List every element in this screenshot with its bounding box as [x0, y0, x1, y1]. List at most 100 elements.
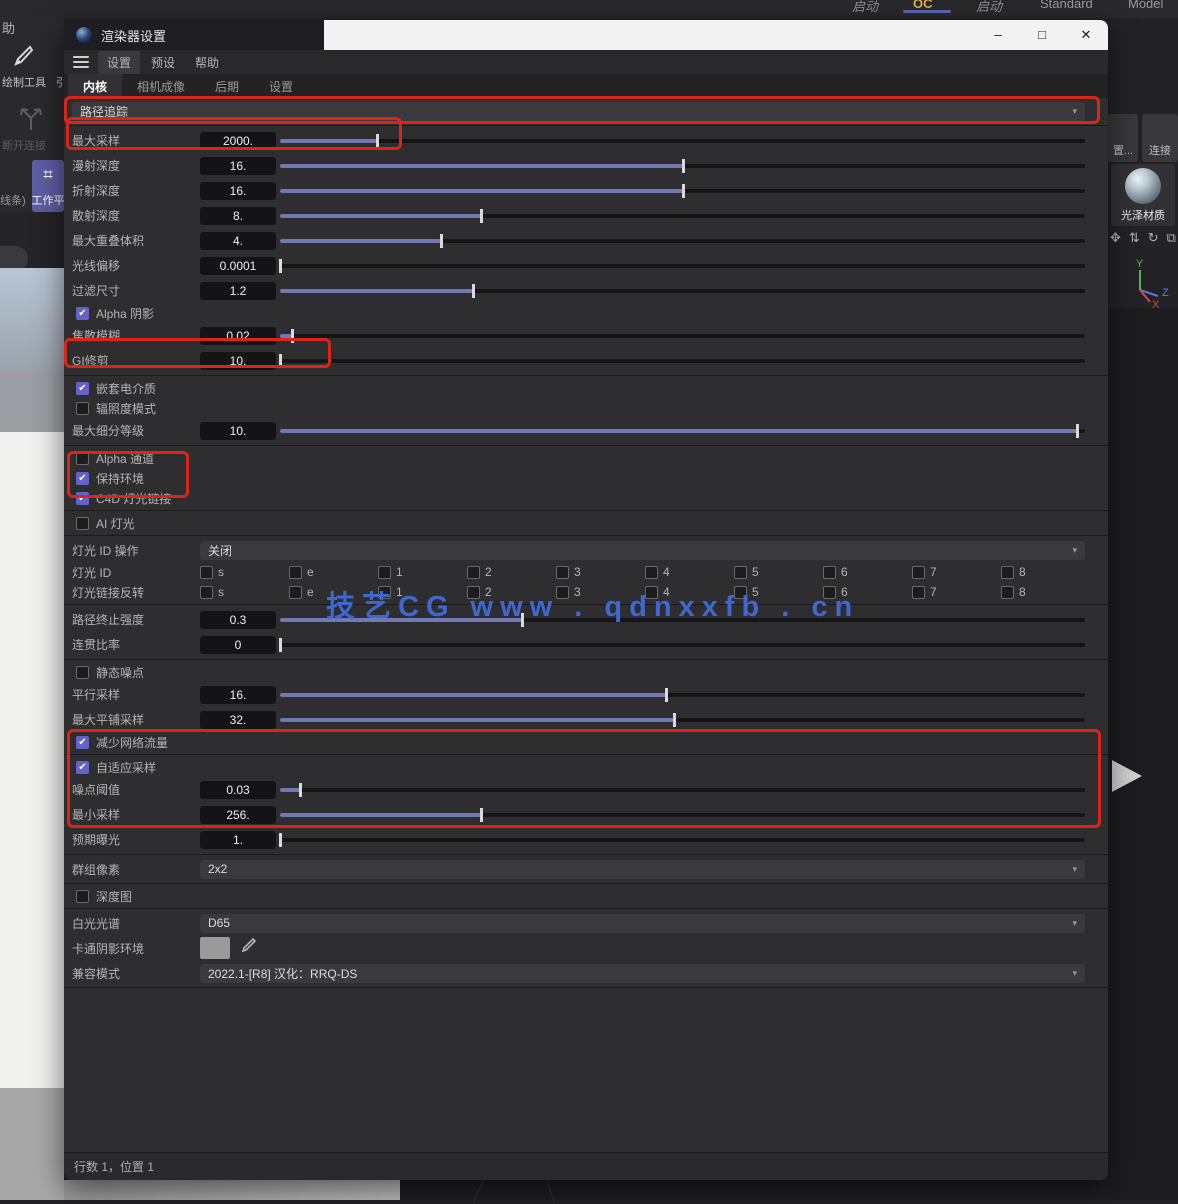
- parameter-value-field[interactable]: 4.: [200, 232, 276, 250]
- checkbox[interactable]: [823, 586, 836, 599]
- checkbox[interactable]: ✔: [76, 307, 89, 320]
- tab-kernel[interactable]: 内核: [68, 74, 122, 98]
- parameter-value-field[interactable]: 16.: [200, 182, 276, 200]
- dropdown-select[interactable]: 2x2▾: [200, 860, 1085, 879]
- checkbox[interactable]: [289, 586, 302, 599]
- dropdown-select[interactable]: 关闭▾: [200, 541, 1085, 560]
- slider-handle[interactable]: [279, 354, 282, 368]
- parameter-slider[interactable]: [280, 134, 1085, 148]
- checkbox[interactable]: ✔: [76, 472, 89, 485]
- dropdown-select[interactable]: 路径追踪▾: [72, 102, 1085, 121]
- parameter-slider[interactable]: [280, 284, 1085, 298]
- checkbox[interactable]: [467, 566, 480, 579]
- top-menu-item[interactable]: Standard: [1040, 0, 1093, 11]
- disconnect-icon[interactable]: [16, 104, 46, 134]
- checkbox[interactable]: [76, 666, 89, 679]
- checkbox[interactable]: [734, 566, 747, 579]
- close-button[interactable]: ✕: [1064, 20, 1108, 50]
- parameter-value-field[interactable]: 0.02: [200, 327, 276, 345]
- paint-tool-icon[interactable]: [8, 44, 34, 70]
- checkbox[interactable]: [556, 586, 569, 599]
- parameter-value-field[interactable]: 1.: [200, 831, 276, 849]
- slider-handle[interactable]: [279, 638, 282, 652]
- checkbox[interactable]: ✔: [76, 761, 89, 774]
- workplane-button[interactable]: ⌗ 工作平: [32, 160, 64, 212]
- slider-handle[interactable]: [440, 234, 443, 248]
- checkbox[interactable]: [200, 566, 213, 579]
- parameter-value-field[interactable]: 0.3: [200, 611, 276, 629]
- parameter-slider[interactable]: [280, 783, 1085, 797]
- checkbox[interactable]: [912, 566, 925, 579]
- parameter-slider[interactable]: [280, 354, 1085, 368]
- slider-handle[interactable]: [682, 159, 685, 173]
- minimize-button[interactable]: –: [976, 20, 1020, 50]
- parameter-slider[interactable]: [280, 424, 1085, 438]
- tab-post[interactable]: 后期: [200, 74, 254, 98]
- slider-handle[interactable]: [472, 284, 475, 298]
- top-menu-item[interactable]: Model: [1128, 0, 1163, 11]
- checkbox[interactable]: [378, 566, 391, 579]
- tab-settings[interactable]: 设置: [254, 74, 308, 98]
- slider-handle[interactable]: [521, 613, 524, 627]
- parameter-slider[interactable]: [280, 184, 1085, 198]
- parameter-slider[interactable]: [280, 833, 1085, 847]
- zoom-icon[interactable]: ⇅: [1129, 230, 1140, 246]
- slider-handle[interactable]: [376, 134, 379, 148]
- checkbox[interactable]: [76, 402, 89, 415]
- slider-handle[interactable]: [682, 184, 685, 198]
- parameter-slider[interactable]: [280, 713, 1085, 727]
- checkbox[interactable]: [912, 586, 925, 599]
- slider-handle[interactable]: [291, 329, 294, 343]
- checkbox[interactable]: ✔: [76, 492, 89, 505]
- parameter-slider[interactable]: [280, 329, 1085, 343]
- slider-handle[interactable]: [279, 833, 282, 847]
- parameter-slider[interactable]: [280, 808, 1085, 822]
- parameter-value-field[interactable]: 8.: [200, 207, 276, 225]
- menu-help[interactable]: 帮助: [186, 51, 228, 74]
- parameter-value-field[interactable]: 16.: [200, 686, 276, 704]
- maximize-button[interactable]: □: [1020, 20, 1064, 50]
- slider-handle[interactable]: [299, 783, 302, 797]
- parameter-slider[interactable]: [280, 259, 1085, 273]
- checkbox[interactable]: [645, 586, 658, 599]
- rotate-icon[interactable]: ↻: [1148, 230, 1159, 246]
- connect-button-partial[interactable]: 连接: [1142, 114, 1178, 162]
- parameter-slider[interactable]: [280, 159, 1085, 173]
- parameter-slider[interactable]: [280, 688, 1085, 702]
- slider-handle[interactable]: [480, 808, 483, 822]
- checkbox[interactable]: ✔: [76, 382, 89, 395]
- panel-button-partial[interactable]: 置...: [1108, 114, 1138, 162]
- top-menu-item[interactable]: 启动: [976, 0, 1002, 15]
- checkbox[interactable]: [378, 586, 391, 599]
- maximize-view-icon[interactable]: ⧉: [1167, 230, 1176, 246]
- color-swatch[interactable]: [200, 937, 230, 959]
- eyedropper-icon[interactable]: [240, 938, 256, 959]
- parameter-value-field[interactable]: 2000.: [200, 132, 276, 150]
- checkbox[interactable]: ✔: [76, 736, 89, 749]
- checkbox[interactable]: [76, 890, 89, 903]
- slider-handle[interactable]: [480, 209, 483, 223]
- parameter-slider[interactable]: [280, 234, 1085, 248]
- parameter-slider[interactable]: [280, 613, 1085, 627]
- checkbox[interactable]: [289, 566, 302, 579]
- checkbox[interactable]: [76, 517, 89, 530]
- parameter-value-field[interactable]: 0: [200, 636, 276, 654]
- menu-presets[interactable]: 预设: [142, 51, 184, 74]
- checkbox[interactable]: [1001, 566, 1014, 579]
- checkbox[interactable]: [200, 586, 213, 599]
- checkbox[interactable]: [1001, 586, 1014, 599]
- parameter-value-field[interactable]: 256.: [200, 806, 276, 824]
- parameter-value-field[interactable]: 10.: [200, 352, 276, 370]
- window-titlebar[interactable]: 渲染器设置 – □ ✕: [64, 20, 1108, 50]
- checkbox[interactable]: [556, 566, 569, 579]
- slider-handle[interactable]: [673, 713, 676, 727]
- top-menu-item[interactable]: 启动: [852, 0, 878, 15]
- parameter-slider[interactable]: [280, 209, 1085, 223]
- dropdown-select[interactable]: 2022.1-[R8] 汉化：RRQ-DS▾: [200, 964, 1085, 983]
- parameter-slider[interactable]: [280, 638, 1085, 652]
- pan-icon[interactable]: ✥: [1110, 230, 1121, 246]
- tab-camera-imaging[interactable]: 相机成像: [122, 74, 200, 98]
- slider-handle[interactable]: [665, 688, 668, 702]
- dropdown-select[interactable]: D65▾: [200, 914, 1085, 933]
- slider-handle[interactable]: [279, 259, 282, 273]
